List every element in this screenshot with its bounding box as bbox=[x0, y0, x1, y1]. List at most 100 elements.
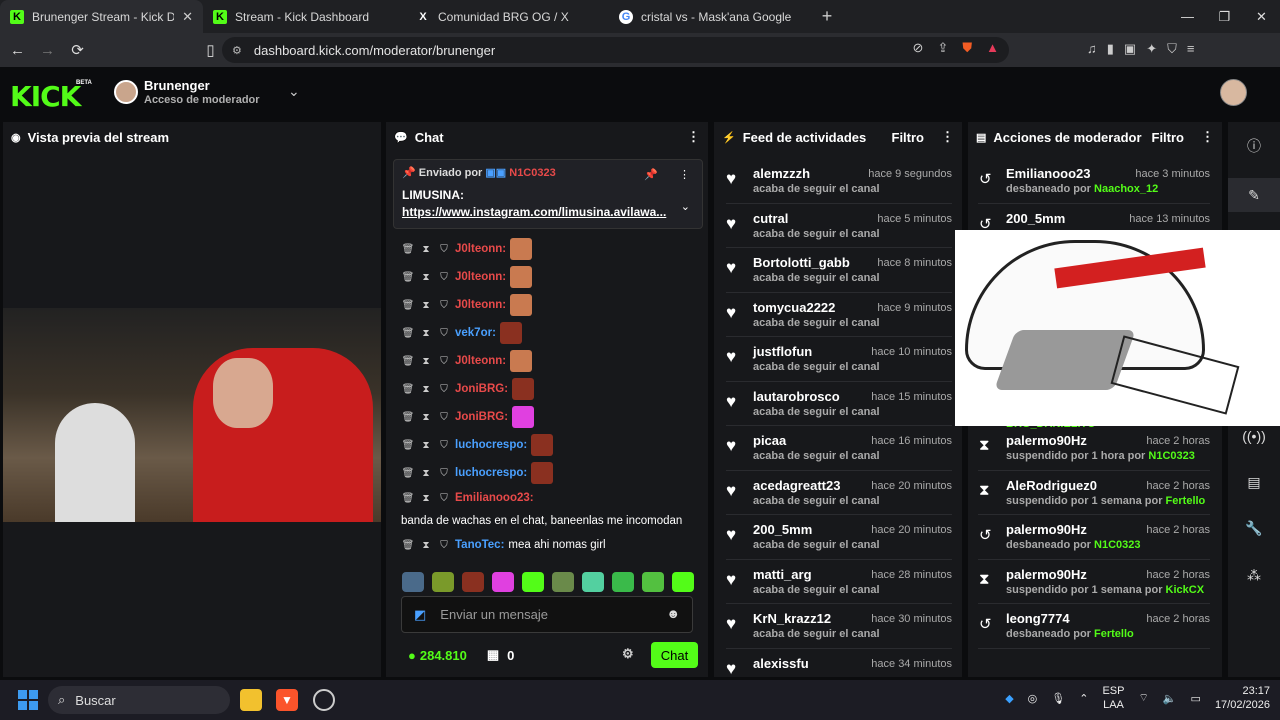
feed-username[interactable]: acedagreatt23 bbox=[753, 478, 840, 493]
sidebar-toggle-icon[interactable]: ▮ bbox=[1107, 41, 1114, 57]
feed-filter-button[interactable]: Filtro bbox=[892, 130, 925, 145]
stream-video[interactable] bbox=[3, 308, 381, 522]
timeout-icon[interactable]: ⧗ bbox=[419, 241, 433, 258]
pinned-link[interactable]: https://www.instagram.com/limusina.avila… bbox=[402, 204, 694, 221]
shield-icon[interactable]: ⛉ bbox=[437, 490, 451, 507]
channel-name[interactable]: Brunenger bbox=[144, 78, 210, 93]
timeout-icon[interactable]: ⧗ bbox=[419, 437, 433, 454]
modaction-username[interactable]: palermo90Hz bbox=[1006, 567, 1087, 582]
chevron-down-icon[interactable]: ⌄ bbox=[681, 200, 690, 213]
timeout-icon[interactable]: ⧗ bbox=[419, 465, 433, 482]
delete-icon[interactable]: 🗑 bbox=[401, 353, 415, 370]
modaction-moderator[interactable]: Fertello bbox=[1166, 495, 1206, 507]
edit-icon[interactable]: ✎ bbox=[1228, 178, 1280, 212]
shield-icon[interactable]: ⛉ bbox=[437, 465, 451, 482]
feed-username[interactable]: lautarobrosco bbox=[753, 389, 840, 404]
brave-browser-icon[interactable]: ▼ bbox=[276, 689, 298, 711]
emote-option[interactable] bbox=[672, 572, 694, 592]
reload-icon[interactable]: ⟳ bbox=[65, 38, 90, 63]
shield-icon[interactable]: ⛉ bbox=[437, 409, 451, 426]
modaction-username[interactable]: AleRodriguez0 bbox=[1006, 478, 1097, 493]
wallet-icon[interactable]: ▣ bbox=[1124, 41, 1136, 57]
browser-tab-2[interactable]: K Stream - Kick Dashboard bbox=[203, 0, 406, 33]
chat-username[interactable]: TanoTec: bbox=[455, 537, 504, 554]
feed-username[interactable]: Bortolotti_gabb bbox=[753, 255, 850, 270]
feed-username[interactable]: 200_5mm bbox=[753, 522, 812, 537]
modaction-username[interactable]: palermo90Hz bbox=[1006, 433, 1087, 448]
forward-icon[interactable]: → bbox=[35, 38, 60, 63]
eye-off-icon[interactable]: ⊘ bbox=[913, 40, 924, 56]
modaction-username[interactable]: Emilianooo23 bbox=[1006, 166, 1091, 181]
rewards-icon[interactable]: ▲ bbox=[986, 40, 999, 56]
more-options-icon[interactable]: ⋮ bbox=[687, 129, 700, 145]
delete-icon[interactable]: 🗑 bbox=[401, 241, 415, 258]
vpn-icon[interactable]: ⛉ bbox=[1167, 41, 1177, 57]
media-icon[interactable]: ♫ bbox=[1087, 41, 1097, 57]
modaction-moderator[interactable]: N1C0323 bbox=[1094, 539, 1140, 551]
emote-option[interactable] bbox=[552, 572, 574, 592]
emote-option[interactable] bbox=[642, 572, 664, 592]
drops-count[interactable]: 0 bbox=[507, 648, 514, 663]
volume-icon[interactable]: 🔈 bbox=[1163, 692, 1177, 705]
shield-icon[interactable]: ⛉ bbox=[437, 353, 451, 370]
delete-icon[interactable]: 🗑 bbox=[401, 465, 415, 482]
chat-username[interactable]: vek7or: bbox=[455, 325, 496, 342]
taskbar-search[interactable]: ⌕ Buscar bbox=[48, 686, 230, 714]
shield-icon[interactable]: ⛉ bbox=[437, 537, 451, 554]
modaction-moderator[interactable]: N1C0323 bbox=[1148, 450, 1194, 462]
timeout-icon[interactable]: ⧗ bbox=[419, 490, 433, 507]
app-tray-icon[interactable]: ◆ bbox=[1005, 692, 1013, 705]
chat-username[interactable]: J0lteonn: bbox=[455, 241, 506, 258]
more-options-icon[interactable]: ⋮ bbox=[941, 129, 954, 145]
send-chat-button[interactable]: Chat bbox=[651, 642, 698, 668]
timeout-icon[interactable]: ⧗ bbox=[419, 297, 433, 314]
modactions-filter-button[interactable]: Filtro bbox=[1152, 130, 1185, 145]
chevron-up-icon[interactable]: ⌃ bbox=[1079, 692, 1088, 705]
timeout-icon[interactable]: ⧗ bbox=[419, 537, 433, 554]
user-avatar[interactable] bbox=[1220, 79, 1247, 106]
layout-icon[interactable]: ▤ bbox=[1228, 474, 1280, 491]
feed-username[interactable]: justflofun bbox=[753, 344, 812, 359]
site-info-icon[interactable]: ⚙ bbox=[232, 44, 242, 57]
file-explorer-icon[interactable] bbox=[240, 689, 262, 711]
chevron-down-icon[interactable]: ⌄ bbox=[288, 83, 300, 100]
feed-username[interactable]: matti_arg bbox=[753, 567, 812, 582]
bookmark-icon[interactable]: ▯ bbox=[198, 38, 223, 63]
emote-option[interactable] bbox=[582, 572, 604, 592]
chat-username[interactable]: J0lteonn: bbox=[455, 269, 506, 286]
windows-start-icon[interactable] bbox=[18, 690, 38, 710]
obs-tray-icon[interactable]: ◎ bbox=[1028, 692, 1038, 705]
channel-points[interactable]: 284.810 bbox=[420, 648, 467, 663]
shield-icon[interactable]: ⛉ bbox=[437, 297, 451, 314]
emote-option[interactable] bbox=[432, 572, 454, 592]
chat-username[interactable]: luchocrespo: bbox=[455, 465, 527, 482]
chat-username[interactable]: J0lteonn: bbox=[455, 353, 506, 370]
chat-username[interactable]: Emilianooo23: bbox=[455, 490, 534, 507]
maximize-icon[interactable]: ❐ bbox=[1206, 0, 1243, 33]
nodes-icon[interactable]: ⁂ bbox=[1228, 567, 1280, 584]
feed-username[interactable]: cutral bbox=[753, 211, 788, 226]
emote-option[interactable] bbox=[522, 572, 544, 592]
shield-icon[interactable]: ⛉ bbox=[437, 381, 451, 398]
input-language[interactable]: ESP LAA bbox=[1102, 684, 1124, 712]
more-options-icon[interactable]: ⋮ bbox=[1201, 129, 1214, 145]
delete-icon[interactable]: 🗑 bbox=[401, 325, 415, 342]
timeout-icon[interactable]: ⧗ bbox=[419, 325, 433, 342]
emote-option[interactable] bbox=[402, 572, 424, 592]
shield-icon[interactable]: ⛉ bbox=[437, 241, 451, 258]
shield-icon[interactable]: ⛉ bbox=[437, 269, 451, 286]
chat-message-input[interactable]: ◩ Enviar un mensaje ☻ bbox=[401, 596, 693, 633]
emote-option[interactable] bbox=[462, 572, 484, 592]
info-icon[interactable]: ⓘ bbox=[1228, 136, 1280, 156]
modaction-username[interactable]: palermo90Hz bbox=[1006, 522, 1087, 537]
broadcast-icon[interactable]: ((•)) bbox=[1228, 428, 1280, 444]
emote-option[interactable] bbox=[612, 572, 634, 592]
microphone-icon[interactable]: 🎙 bbox=[1051, 692, 1065, 705]
pin-icon[interactable]: 📌 bbox=[644, 168, 658, 181]
delete-icon[interactable]: 🗑 bbox=[401, 537, 415, 554]
brave-shield-icon[interactable]: ⛊ bbox=[962, 40, 972, 56]
emoji-icon[interactable]: ☻ bbox=[666, 606, 680, 621]
close-icon[interactable]: ✕ bbox=[182, 9, 193, 25]
shield-icon[interactable]: ⛉ bbox=[437, 437, 451, 454]
new-tab-icon[interactable]: + bbox=[812, 0, 842, 33]
